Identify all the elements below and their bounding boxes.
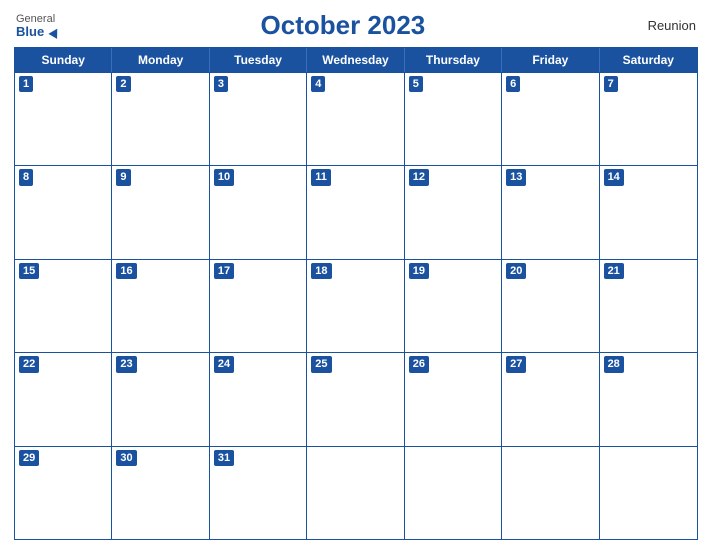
day-cell-empty (405, 447, 502, 539)
day-cell-18: 18 (307, 260, 404, 352)
date-number-23: 23 (116, 356, 136, 372)
day-cell-12: 12 (405, 166, 502, 258)
calendar-title: October 2023 (60, 10, 626, 41)
date-number-16: 16 (116, 263, 136, 279)
day-cell-empty (307, 447, 404, 539)
week-row-4: 22 23 24 25 26 27 28 (15, 352, 697, 445)
day-cell-1: 1 (15, 73, 112, 165)
day-cell-19: 19 (405, 260, 502, 352)
date-number-20: 20 (506, 263, 526, 279)
logo: General Blue (16, 14, 60, 38)
date-number-8: 8 (19, 169, 33, 185)
date-number-6: 6 (506, 76, 520, 92)
date-number-29: 29 (19, 450, 39, 466)
day-cell-13: 13 (502, 166, 599, 258)
day-cell-14: 14 (600, 166, 697, 258)
header-thursday: Thursday (405, 48, 502, 72)
day-cell-23: 23 (112, 353, 209, 445)
day-cell-28: 28 (600, 353, 697, 445)
date-number-21: 21 (604, 263, 624, 279)
date-number-26: 26 (409, 356, 429, 372)
header-sunday: Sunday (15, 48, 112, 72)
week-row-1: 1 2 3 4 5 6 7 (15, 72, 697, 165)
date-number-25: 25 (311, 356, 331, 372)
day-cell-11: 11 (307, 166, 404, 258)
day-cell-26: 26 (405, 353, 502, 445)
day-cell-16: 16 (112, 260, 209, 352)
date-number-17: 17 (214, 263, 234, 279)
date-number-15: 15 (19, 263, 39, 279)
date-number-31: 31 (214, 450, 234, 466)
header-friday: Friday (502, 48, 599, 72)
date-number-13: 13 (506, 169, 526, 185)
day-cell-4: 4 (307, 73, 404, 165)
calendar-grid: Sunday Monday Tuesday Wednesday Thursday… (14, 47, 698, 540)
logo-blue-text: Blue (16, 25, 60, 38)
day-cell-3: 3 (210, 73, 307, 165)
day-cell-empty (502, 447, 599, 539)
date-number-24: 24 (214, 356, 234, 372)
date-number-14: 14 (604, 169, 624, 185)
date-number-18: 18 (311, 263, 331, 279)
day-cell-9: 9 (112, 166, 209, 258)
day-cell-27: 27 (502, 353, 599, 445)
day-cell-empty (600, 447, 697, 539)
date-number-19: 19 (409, 263, 429, 279)
day-cell-21: 21 (600, 260, 697, 352)
date-number-11: 11 (311, 169, 331, 185)
date-number-4: 4 (311, 76, 325, 92)
day-cell-29: 29 (15, 447, 112, 539)
calendar-page: General Blue October 2023 Reunion Sunday… (0, 0, 712, 550)
date-number-2: 2 (116, 76, 130, 92)
date-number-10: 10 (214, 169, 234, 185)
day-cell-22: 22 (15, 353, 112, 445)
day-cell-30: 30 (112, 447, 209, 539)
day-cell-20: 20 (502, 260, 599, 352)
day-cell-5: 5 (405, 73, 502, 165)
week-row-3: 15 16 17 18 19 20 21 (15, 259, 697, 352)
date-number-5: 5 (409, 76, 423, 92)
date-number-12: 12 (409, 169, 429, 185)
day-cell-7: 7 (600, 73, 697, 165)
day-cell-6: 6 (502, 73, 599, 165)
day-cell-17: 17 (210, 260, 307, 352)
date-number-9: 9 (116, 169, 130, 185)
date-number-22: 22 (19, 356, 39, 372)
date-number-1: 1 (19, 76, 33, 92)
header-monday: Monday (112, 48, 209, 72)
day-headers-row: Sunday Monday Tuesday Wednesday Thursday… (15, 48, 697, 72)
header-saturday: Saturday (600, 48, 697, 72)
day-cell-25: 25 (307, 353, 404, 445)
day-cell-15: 15 (15, 260, 112, 352)
date-number-7: 7 (604, 76, 618, 92)
date-number-3: 3 (214, 76, 228, 92)
week-row-5: 29 30 31 (15, 446, 697, 539)
day-cell-2: 2 (112, 73, 209, 165)
day-cell-8: 8 (15, 166, 112, 258)
calendar-header: General Blue October 2023 Reunion (14, 10, 698, 41)
date-number-27: 27 (506, 356, 526, 372)
day-cell-24: 24 (210, 353, 307, 445)
day-cell-31: 31 (210, 447, 307, 539)
weeks-container: 1234567891011121314151617181920212223242… (15, 72, 697, 539)
date-number-28: 28 (604, 356, 624, 372)
day-cell-10: 10 (210, 166, 307, 258)
header-tuesday: Tuesday (210, 48, 307, 72)
header-wednesday: Wednesday (307, 48, 404, 72)
region-label: Reunion (626, 18, 696, 33)
date-number-30: 30 (116, 450, 136, 466)
week-row-2: 8 9 10 11 12 13 14 (15, 165, 697, 258)
